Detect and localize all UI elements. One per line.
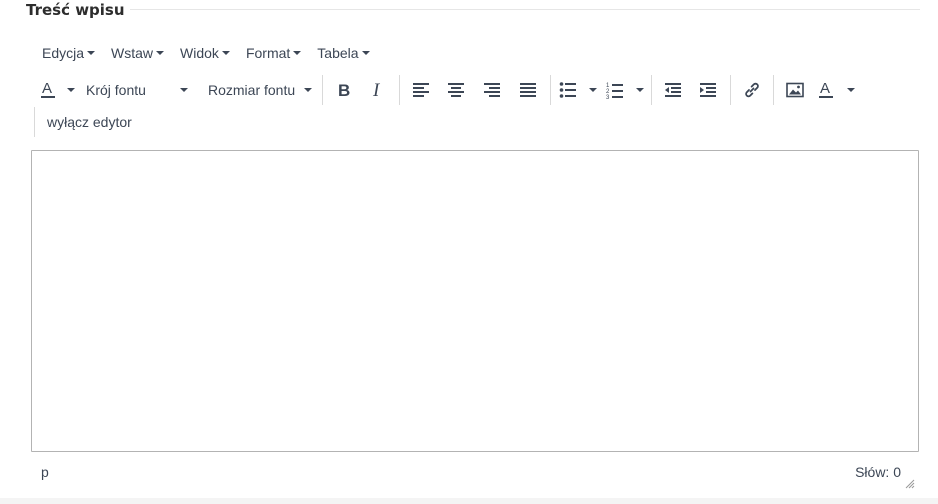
caret-down-icon	[66, 88, 75, 92]
menu-format-label: Format	[245, 45, 291, 61]
outdent-icon	[665, 83, 682, 97]
svg-text:I: I	[372, 81, 381, 99]
image-icon	[786, 82, 804, 98]
svg-text:A: A	[820, 80, 830, 97]
menu-format[interactable]: Format	[238, 38, 309, 68]
text-color-button[interactable]: A	[38, 73, 60, 107]
caret-down-icon	[180, 88, 188, 92]
page-bottom-strip	[0, 498, 938, 504]
editor-content-area[interactable]	[31, 150, 919, 452]
toggle-editor-button[interactable]: wyłącz edytor	[47, 114, 132, 130]
caret-down-icon	[87, 51, 96, 55]
menu-edit-label: Edycja	[42, 45, 85, 61]
font-family-select[interactable]: Krój fontu	[86, 73, 194, 107]
menu-view[interactable]: Widok	[172, 38, 238, 68]
align-center-icon	[448, 83, 465, 97]
word-count: Słów: 0	[855, 464, 901, 480]
toolbar-separator	[730, 75, 732, 105]
toolbar-separator	[773, 75, 775, 105]
indent-button[interactable]	[690, 73, 726, 107]
align-left-button[interactable]	[404, 73, 438, 107]
align-justify-button[interactable]	[510, 73, 546, 107]
numbered-list-button[interactable]: 1 2 3	[601, 73, 629, 107]
menu-insert-label: Wstaw	[111, 45, 154, 61]
caret-down-icon	[304, 88, 313, 92]
resize-handle-icon[interactable]	[905, 479, 915, 489]
bullet-list-dropdown[interactable]	[581, 73, 601, 107]
background-color-button[interactable]: A	[812, 73, 842, 107]
resize-grip-icon	[905, 479, 915, 489]
caret-down-icon	[361, 51, 370, 55]
font-size-label: Rozmiar fontu	[208, 82, 296, 98]
caret-down-icon	[293, 51, 302, 55]
menu-insert[interactable]: Wstaw	[103, 38, 172, 68]
insert-link-button[interactable]	[735, 73, 769, 107]
caret-down-icon	[846, 88, 855, 92]
numbered-list-dropdown[interactable]	[629, 73, 647, 107]
indent-icon	[700, 83, 717, 97]
svg-text:B: B	[338, 81, 350, 99]
menu-table[interactable]: Tabela	[309, 38, 377, 68]
menu-table-label: Tabela	[317, 45, 359, 61]
caret-down-icon	[221, 51, 230, 55]
menu-view-label: Widok	[180, 45, 219, 61]
align-right-button[interactable]	[474, 73, 510, 107]
menu-edit[interactable]: Edycja	[34, 38, 103, 68]
font-size-select[interactable]: Rozmiar fontu	[208, 73, 318, 107]
align-center-button[interactable]	[438, 73, 474, 107]
section-divider	[130, 9, 920, 10]
numbered-list-icon: 1 2 3	[606, 83, 624, 99]
font-family-label: Krój fontu	[86, 82, 146, 98]
align-right-icon	[484, 83, 501, 97]
italic-button[interactable]: I	[361, 73, 395, 107]
caret-down-icon	[156, 51, 165, 55]
toolbar-separator	[651, 75, 653, 105]
text-color-icon: A	[41, 80, 55, 98]
bullet-list-button[interactable]	[555, 73, 581, 107]
text-color-icon: A	[819, 80, 834, 98]
toolbar-separator	[399, 75, 401, 105]
insert-image-button[interactable]	[778, 73, 812, 107]
link-icon	[745, 82, 759, 98]
caret-down-icon	[588, 88, 597, 92]
svg-text:A: A	[42, 80, 52, 97]
bold-icon: B	[338, 81, 350, 99]
align-justify-icon	[520, 83, 537, 97]
background-color-dropdown[interactable]	[842, 73, 856, 107]
editor-toolbar: A Krój fontu Rozmiar fontu B I 1 2 3 A	[32, 73, 856, 107]
content-section-title: Treść wpisu	[26, 1, 125, 19]
toolbar-separator	[550, 75, 552, 105]
caret-down-icon	[635, 88, 644, 92]
outdent-button[interactable]	[656, 73, 690, 107]
italic-icon: I	[372, 81, 381, 99]
editor-menubar: Edycja Wstaw Widok Format Tabela	[34, 38, 378, 68]
bullet-list-icon	[559, 82, 577, 98]
align-left-icon	[413, 83, 430, 97]
bold-button[interactable]: B	[327, 73, 361, 107]
text-color-dropdown[interactable]	[60, 73, 78, 107]
editor-statusbar: p Słów: 0	[31, 455, 919, 489]
toolbar-separator	[322, 75, 324, 105]
svg-text:3: 3	[606, 95, 610, 99]
element-path[interactable]: p	[41, 464, 49, 480]
editor-toolbar-secondary: wyłącz edytor	[34, 107, 132, 137]
